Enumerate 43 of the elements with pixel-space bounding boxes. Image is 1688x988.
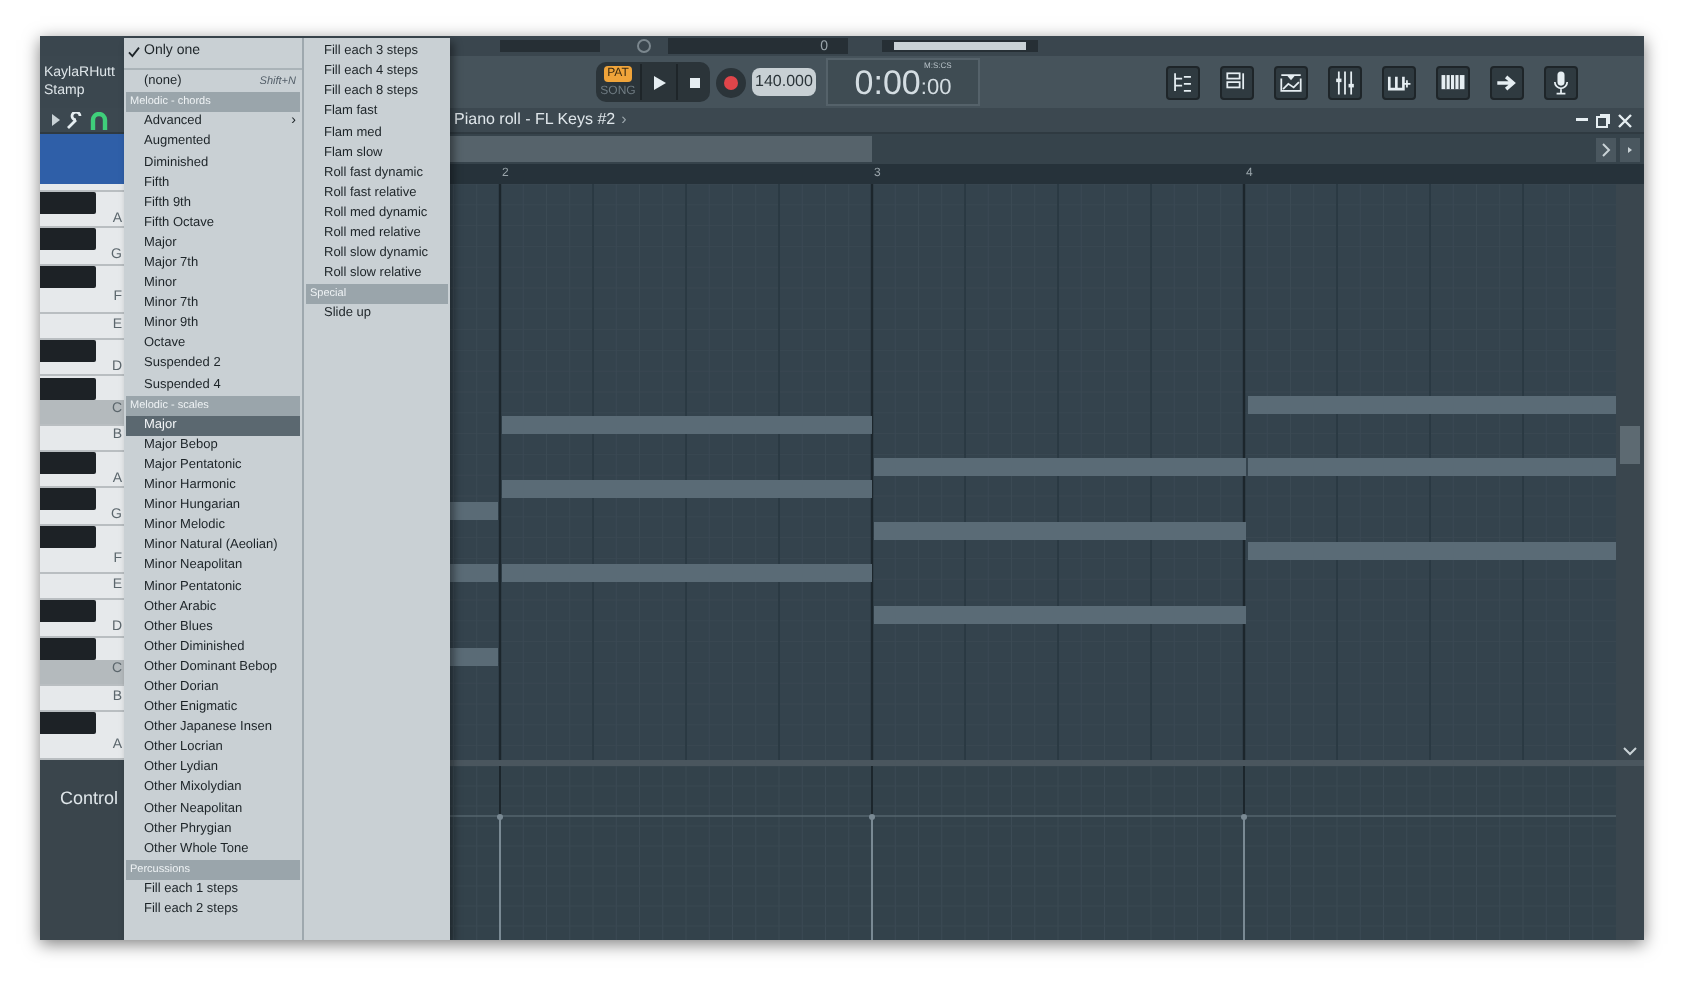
playlist-button[interactable] (1220, 65, 1254, 99)
vertical-scrollbar[interactable] (1616, 184, 1644, 760)
sharp-key[interactable] (40, 228, 96, 251)
record-button[interactable] (716, 67, 746, 97)
chevron-down-icon[interactable] (1620, 744, 1640, 760)
sharp-key[interactable] (40, 488, 96, 511)
keyboard-button[interactable] (1436, 65, 1470, 99)
sharp-key[interactable] (40, 525, 96, 548)
restore-icon[interactable] (1596, 113, 1610, 127)
pattern-button[interactable] (1274, 65, 1308, 99)
minimize-icon[interactable] (1576, 114, 1588, 126)
arrow-right-button[interactable] (1490, 65, 1524, 99)
sharp-key[interactable] (40, 191, 96, 213)
close-icon[interactable] (1618, 113, 1632, 127)
sharp-key[interactable] (40, 451, 96, 474)
slider-fill (894, 42, 1026, 50)
magnet-icon[interactable] (90, 111, 108, 129)
microphone-button[interactable] (1544, 65, 1578, 99)
sharp-key[interactable] (40, 600, 96, 623)
caret-right-icon[interactable] (1620, 137, 1640, 161)
mixer-button[interactable] (1328, 65, 1362, 99)
sharp-key[interactable] (40, 637, 96, 660)
sharp-key[interactable] (40, 711, 96, 734)
stop-icon (689, 77, 699, 87)
knob-icon[interactable] (636, 38, 652, 54)
tempo-field[interactable]: 140.000 (752, 68, 816, 96)
vertical-scrollbar-thumb[interactable] (1620, 426, 1640, 464)
chevron-right-icon[interactable] (1596, 137, 1616, 161)
browser-tree-button[interactable] (1166, 65, 1200, 99)
sharp-key[interactable] (40, 339, 96, 362)
sharp-key[interactable] (40, 265, 96, 288)
plugin-add-button[interactable] (1382, 65, 1416, 99)
velocity-bar[interactable] (869, 814, 875, 940)
play-icon (653, 75, 665, 89)
window-title: Piano roll - FL Keys #2 (454, 108, 616, 132)
velocity-bar[interactable] (1241, 814, 1247, 940)
title-arrow[interactable]: › (621, 108, 627, 132)
velocity-bar[interactable] (497, 814, 503, 940)
wrench-icon[interactable] (66, 111, 84, 129)
sharp-key[interactable] (40, 377, 96, 399)
play-arrow-icon[interactable] (52, 114, 60, 126)
control-label: Control (60, 788, 119, 808)
panel-strip (500, 40, 600, 52)
